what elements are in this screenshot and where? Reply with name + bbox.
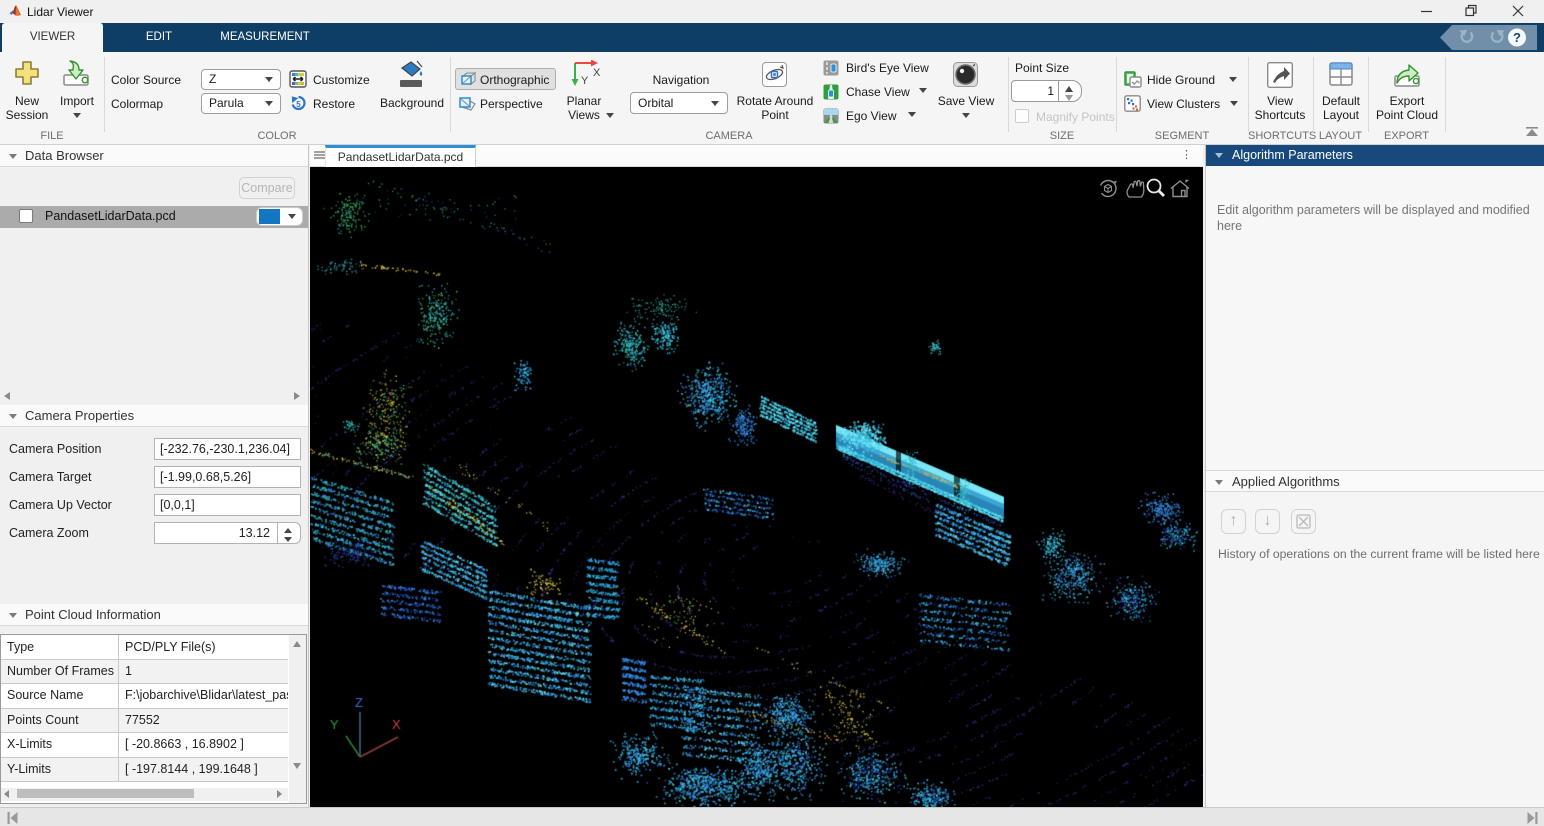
svg-text:X: X: [593, 67, 600, 79]
svg-text:Y: Y: [581, 75, 589, 87]
svg-text:5: 5: [296, 100, 301, 109]
svg-text:?: ?: [1513, 30, 1521, 45]
